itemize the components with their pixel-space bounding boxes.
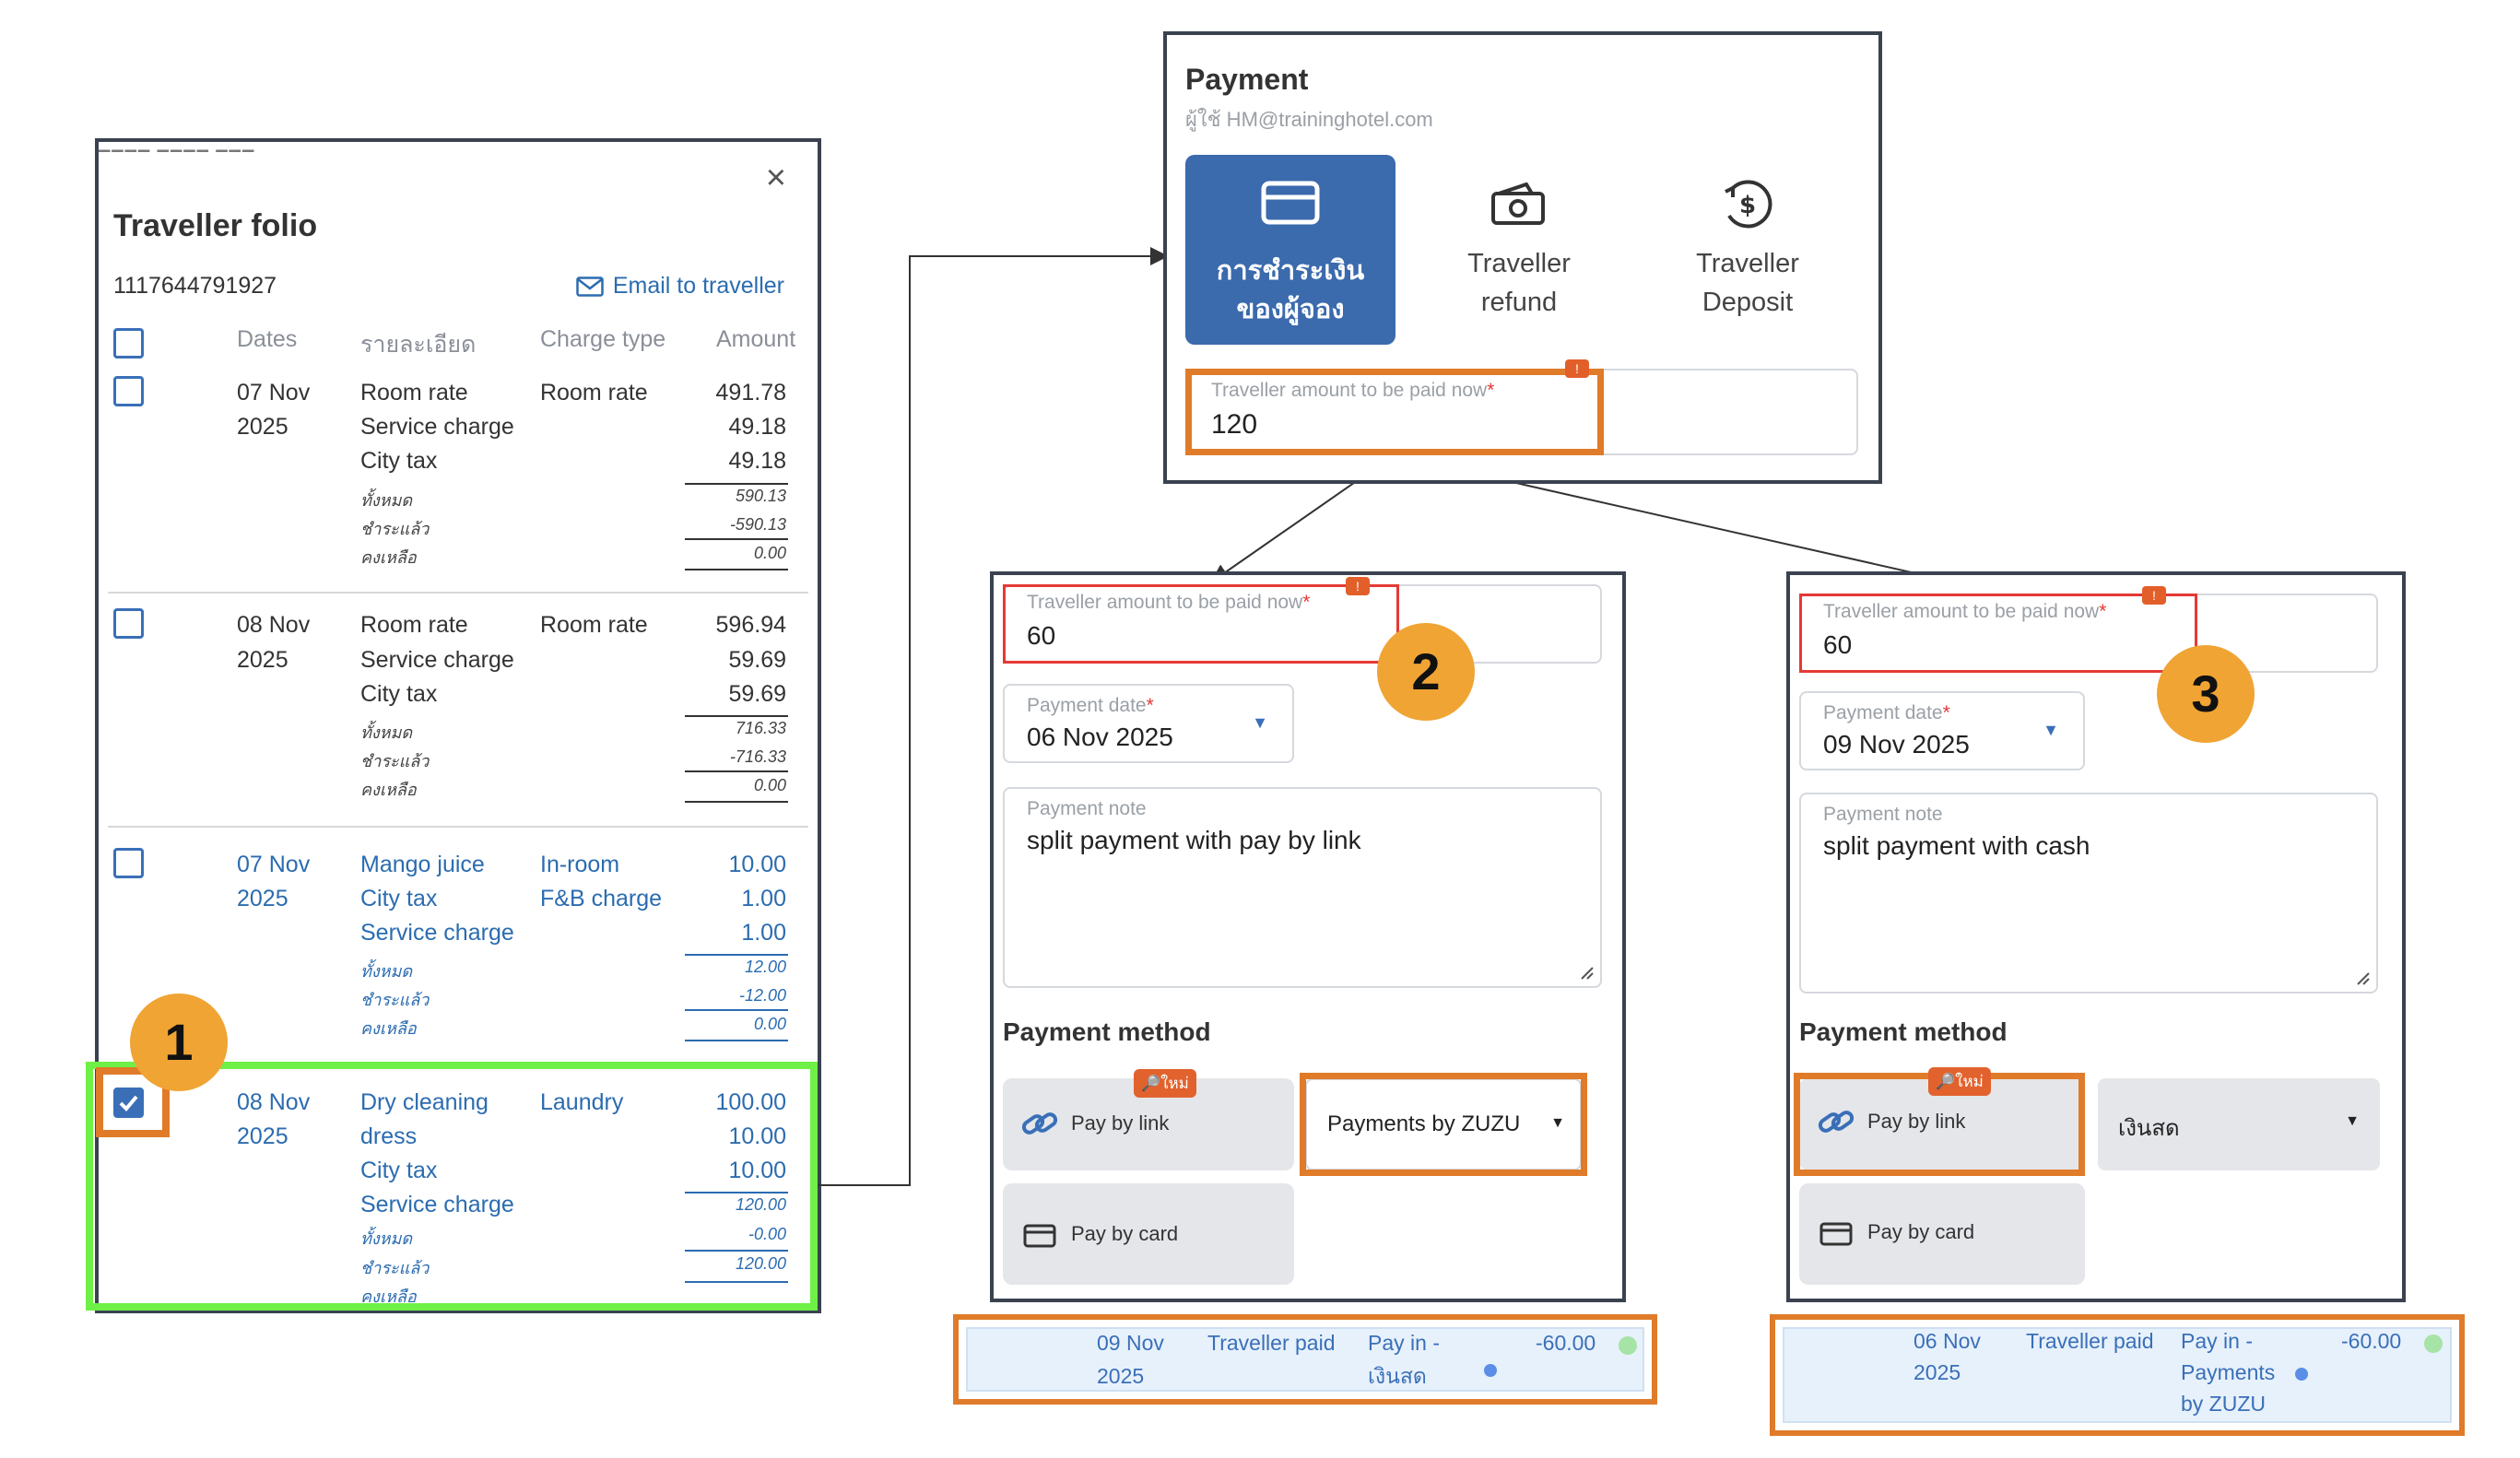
chevron-down-icon: ▼ xyxy=(2043,721,2059,739)
new-badge: 🔎ใหม่ xyxy=(1134,1069,1196,1098)
step-badge-2: 2 xyxy=(1377,623,1475,721)
tab-label-line1: การชำระเงิน xyxy=(1216,256,1365,286)
amount-highlight xyxy=(1799,594,2197,673)
status-dot xyxy=(1484,1364,1497,1377)
payment-panel: Payment ผู้ใช้ HM@traininghotel.com การช… xyxy=(1163,31,1882,484)
payment-method-line2: เงินสด xyxy=(1368,1364,1427,1388)
link-icon xyxy=(1021,1112,1058,1135)
payment-provider-select[interactable]: เงินสด ▼ xyxy=(2098,1078,2380,1170)
pay-by-card-button[interactable]: Pay by card xyxy=(1799,1183,2085,1285)
date-value: 06 Nov 2025 xyxy=(1027,723,1173,751)
pay-by-card-label: Pay by card xyxy=(1071,1222,1179,1245)
payment-date-select[interactable]: Payment date* 09 Nov 2025 ▼ xyxy=(1799,691,2085,770)
payment-method-title: Payment method xyxy=(1799,1017,2008,1046)
amount-highlight xyxy=(1185,369,1604,455)
warning-icon: ! xyxy=(1565,359,1589,378)
amount-highlight xyxy=(1003,584,1399,664)
warning-icon: ! xyxy=(2142,586,2166,605)
tab-label-line2: Deposit xyxy=(1702,288,1794,317)
date-value: 09 Nov 2025 xyxy=(1823,730,1970,758)
payment-method-line3: by ZUZU xyxy=(2181,1392,2266,1416)
payment-title: Payment xyxy=(1185,63,1309,96)
tab-booker-payment[interactable]: การชำระเงิน ของผู้จอง xyxy=(1185,155,1395,345)
payment-date: 09 Nov xyxy=(1097,1331,1164,1355)
resize-handle-icon[interactable] xyxy=(2354,970,2371,986)
provider-highlight xyxy=(1300,1073,1587,1176)
step-badge-3: 3 xyxy=(2157,645,2255,743)
warning-icon: ! xyxy=(1346,577,1370,595)
chevron-down-icon: ▼ xyxy=(1252,713,1268,732)
new-badge: 🔎ใหม่ xyxy=(1928,1067,1991,1096)
deposit-icon: $ xyxy=(1725,180,1772,229)
credit-card-icon xyxy=(1819,1222,1853,1246)
tab-label-line1: Traveller xyxy=(1696,249,1799,278)
payment-amount: -60.00 xyxy=(2341,1329,2402,1353)
split-payment-panel-2: Traveller amount to be paid now* 60 ! Pa… xyxy=(1786,571,2406,1302)
tab-label-line1: Traveller xyxy=(1467,249,1571,278)
payment-year: 2025 xyxy=(1097,1364,1145,1388)
payment-date: 06 Nov xyxy=(1914,1329,1981,1353)
payment-date-select[interactable]: Payment date* 06 Nov 2025 ▼ xyxy=(1003,684,1294,763)
pay-by-card-label: Pay by card xyxy=(1867,1220,1975,1243)
note-value: split payment with pay by link xyxy=(1027,826,1361,854)
payment-type: Traveller paid xyxy=(1207,1331,1336,1355)
search-icon: 🔎 xyxy=(1141,1075,1161,1092)
pay-by-card-button[interactable]: Pay by card xyxy=(1003,1183,1294,1285)
chevron-down-icon: ▼ xyxy=(2345,1113,2360,1129)
resize-handle-icon[interactable] xyxy=(1578,964,1595,981)
pay-by-link-label: Pay by link xyxy=(1071,1111,1170,1135)
tab-traveller-deposit[interactable]: $ Traveller Deposit xyxy=(1643,155,1853,345)
status-dot xyxy=(2424,1335,2443,1353)
payment-method: Pay in - xyxy=(1368,1331,1440,1355)
payment-type: Traveller paid xyxy=(2026,1329,2154,1353)
payment-method: Pay in - xyxy=(2181,1329,2253,1353)
select-value: เงินสด xyxy=(2118,1116,2180,1141)
note-value: split payment with cash xyxy=(1823,831,2090,860)
payment-result-strip-2: 06 Nov 2025 Traveller paid Pay in - Paym… xyxy=(1770,1314,2465,1436)
status-dot xyxy=(2295,1368,2308,1381)
search-icon: 🔎 xyxy=(1936,1073,1956,1090)
payment-user: ผู้ใช้ HM@traininghotel.com xyxy=(1185,108,1433,131)
tab-label-line2: refund xyxy=(1480,288,1558,317)
field-label: Payment date* xyxy=(1027,695,1154,716)
tab-traveller-refund[interactable]: Traveller refund xyxy=(1414,155,1624,345)
payment-method-title: Payment method xyxy=(1003,1017,1211,1046)
field-label: Payment note xyxy=(1823,804,1943,825)
tab-label-line2: ของผู้จอง xyxy=(1236,295,1345,324)
field-label: Payment date* xyxy=(1823,702,1950,723)
payment-note-textarea[interactable]: Payment note split payment with pay by l… xyxy=(1003,787,1602,988)
payment-method-line2: Payments xyxy=(2181,1360,2276,1384)
payment-note-textarea[interactable]: Payment note split payment with cash xyxy=(1799,793,2378,994)
credit-card-icon xyxy=(1261,181,1320,225)
status-dot xyxy=(1619,1336,1637,1355)
payment-amount: -60.00 xyxy=(1536,1331,1596,1355)
payment-result-strip-1: 09 Nov 2025 Traveller paid Pay in - เงิน… xyxy=(953,1314,1657,1405)
credit-card-icon xyxy=(1023,1224,1056,1248)
field-label: Payment note xyxy=(1027,798,1147,819)
cash-icon xyxy=(1491,182,1545,225)
split-payment-panel-1: Traveller amount to be paid now* 60 ! Pa… xyxy=(990,571,1626,1302)
svg-text:$: $ xyxy=(1739,192,1756,219)
payment-year: 2025 xyxy=(1914,1360,1961,1384)
